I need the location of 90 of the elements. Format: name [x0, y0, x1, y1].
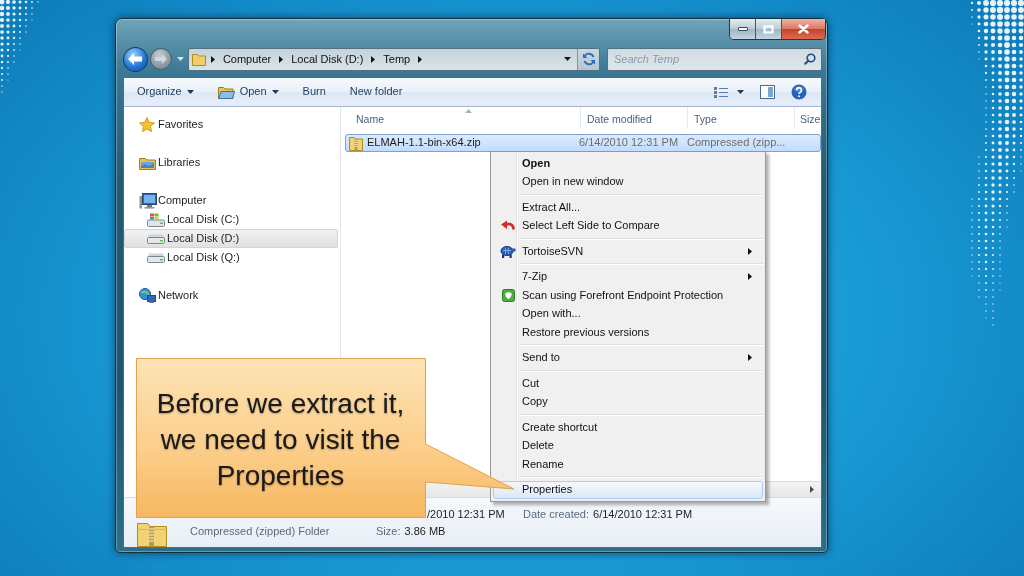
file-type-text: Compressed (zipped) Folder [190, 524, 330, 538]
breadcrumb-arrow-icon[interactable] [371, 55, 376, 63]
file-row[interactable]: ELMAH-1.1-bin-x64.zip 6/14/2010 12:31 PM Compressed (zipp... [345, 134, 821, 152]
menu-item[interactable]: Delete [493, 436, 763, 455]
breadcrumb-item[interactable]: Computer [219, 52, 275, 66]
callout-text: Before we extract it, we need to visit the Properties [155, 386, 406, 493]
maximize-icon [763, 24, 774, 34]
scroll-right-arrow-icon[interactable] [810, 486, 814, 493]
nav-item[interactable]: Local Disk (Q:) [124, 248, 338, 267]
submenu-arrow-icon [748, 273, 752, 281]
caret-icon [737, 90, 744, 94]
search-icon [804, 52, 816, 65]
toolbar-button[interactable]: Open [207, 81, 289, 103]
caret-icon [186, 90, 194, 94]
menu-item[interactable]: Open in new window [493, 172, 763, 191]
menu-item[interactable]: Cut [493, 374, 763, 393]
nav-item[interactable]: Favorites [124, 115, 338, 134]
menu-item[interactable]: Open [493, 154, 763, 173]
minimize-icon [737, 27, 748, 31]
menu-item[interactable]: Send to [493, 348, 763, 367]
search-field[interactable]: Search Temp [607, 47, 822, 71]
zip-folder-icon [349, 135, 363, 151]
shield-icon [501, 288, 515, 302]
views-icon [714, 86, 728, 98]
submenu-arrow-icon [748, 247, 752, 255]
minimize-button[interactable] [730, 19, 756, 39]
close-button[interactable] [782, 19, 825, 39]
file-name: ELMAH-1.1-bin-x64.zip [367, 136, 481, 150]
folder-icon [191, 52, 206, 66]
toolbar-button[interactable]: Organize [127, 81, 204, 103]
menu-item[interactable]: Create shortcut [493, 418, 763, 437]
menu-item[interactable]: TortoiseSVN [493, 242, 763, 261]
library-icon [139, 155, 156, 170]
forward-button[interactable] [149, 48, 172, 70]
zip-folder-icon [137, 520, 167, 547]
size-label: Size: [376, 524, 401, 538]
date-created-label: Date created: [523, 507, 590, 521]
drive-icon [147, 212, 165, 227]
address-bar[interactable]: Computer Local Disk (D:) Temp [187, 47, 600, 71]
nav-item[interactable]: Libraries [124, 153, 338, 172]
menu-item[interactable]: Extract All... [493, 198, 763, 217]
nav-item[interactable]: Network [124, 286, 338, 305]
column-header[interactable]: Type [688, 107, 795, 129]
toolbar-button[interactable]: New folder [339, 81, 413, 103]
breadcrumb-item[interactable]: Temp [380, 52, 414, 66]
column-header[interactable]: Name [350, 107, 581, 129]
breadcrumb-arrow-icon[interactable] [210, 55, 215, 63]
menu-item[interactable]: Rename [493, 455, 763, 474]
breadcrumb-arrow-icon[interactable] [418, 55, 423, 63]
nav-item[interactable]: Local Disk (D:) [124, 229, 338, 248]
size-value: 3.86 MB [404, 524, 446, 538]
drive-icon [147, 252, 165, 263]
sort-arrow-icon [464, 109, 472, 113]
dropdown-caret-icon[interactable] [564, 57, 571, 61]
column-header[interactable]: Size [795, 107, 821, 129]
computer-icon [139, 192, 157, 209]
menu-item[interactable]: Properties [493, 480, 763, 499]
network-icon [139, 288, 156, 303]
close-icon [798, 24, 809, 34]
menu-item[interactable]: Open with... [493, 304, 763, 323]
help-icon [791, 84, 807, 100]
preview-pane-icon [760, 85, 775, 99]
turtle-icon [500, 244, 516, 258]
date-created-value: 6/14/2010 12:31 PM [593, 507, 693, 521]
menu-item[interactable]: 7-Zip [493, 267, 763, 286]
column-header[interactable]: Date modified [581, 107, 688, 129]
submenu-arrow-icon [748, 354, 752, 362]
refresh-icon [581, 52, 596, 66]
caret-icon [271, 90, 279, 94]
menu-item[interactable]: Scan using Forefront Endpoint Protection [493, 286, 763, 305]
nav-item[interactable]: Computer [124, 191, 338, 210]
back-button[interactable] [123, 46, 148, 72]
menu-item[interactable]: Copy [493, 392, 763, 411]
breadcrumb-arrow-icon[interactable] [279, 55, 284, 63]
menu-item[interactable]: Restore previous versions [493, 323, 763, 342]
date-modified-cell-text: 6/14/2010 12:31 PM [578, 136, 680, 150]
arrow-right-icon [154, 54, 167, 64]
open-folder-icon [217, 85, 235, 99]
maximize-button[interactable] [756, 19, 782, 39]
undo-arrow-icon [501, 220, 515, 232]
nav-item[interactable]: Local Disk (C:) [124, 210, 338, 229]
type-cell-text: Compressed (zipp... [686, 136, 787, 150]
breadcrumb-item[interactable]: Local Disk (D:) [288, 52, 367, 66]
arrow-left-icon [128, 53, 143, 65]
toolbar-button[interactable]: Burn [292, 81, 336, 103]
refresh-button[interactable] [577, 48, 599, 70]
star-icon [139, 117, 155, 132]
date-modified-value: /2010 12:31 PM [427, 507, 505, 521]
menu-item[interactable]: Select Left Side to Compare [493, 216, 763, 235]
drive-icon [147, 233, 165, 244]
